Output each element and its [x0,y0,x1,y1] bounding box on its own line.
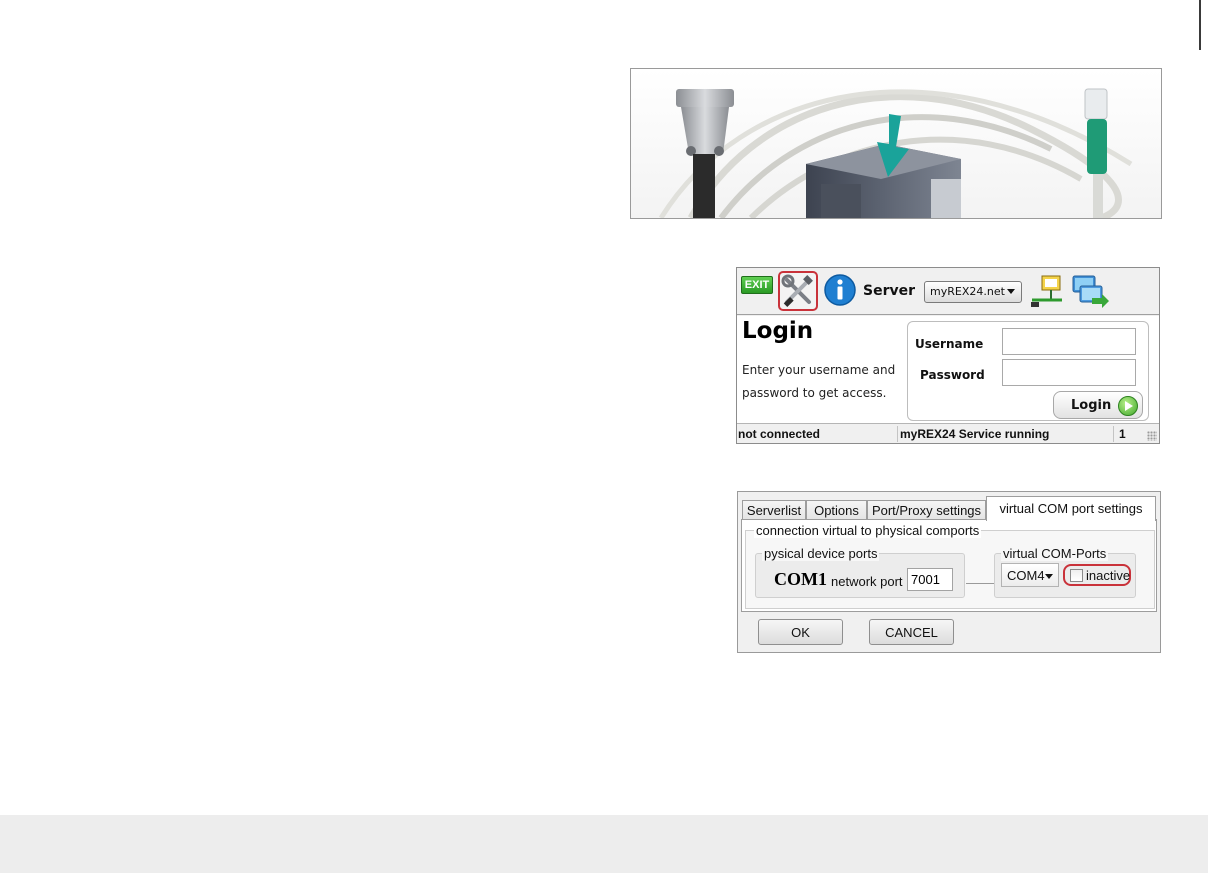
login-description: Enter your username and password to get … [742,359,912,405]
connection-status: not connected [738,427,821,441]
physical-group-title: pysical device ports [762,546,880,561]
service-status: myREX24 Service running [900,427,1050,441]
server-select[interactable]: myREX24.net [924,281,1022,303]
inactive-label[interactable]: inactive [1086,568,1130,583]
device-module [931,179,961,218]
virtual-port-select[interactable]: COM4 [1001,563,1059,587]
status-divider [897,426,898,442]
serial-cable [693,154,715,218]
cancel-button[interactable]: CANCEL [869,619,954,645]
tab-virtual-com-port-settings[interactable]: virtual COM port settings [986,496,1156,521]
port-connector-line [966,583,994,584]
db9-connector [676,89,734,107]
tab-panel: connection virtual to physical comports … [741,519,1157,612]
login-form: Username Password Login [907,321,1149,421]
ok-button-label: OK [791,625,810,640]
tab-label: Port/Proxy settings [871,503,982,518]
physical-port-name: COM1 [774,569,827,589]
login-button-label: Login [1071,398,1112,413]
connect-button[interactable] [1070,272,1110,310]
username-input[interactable] [1002,328,1136,355]
virtual-ports-group: virtual COM-Ports COM4 inactive [994,546,1136,598]
hardware-illustration [631,69,1161,218]
info-button[interactable] [823,273,857,307]
tools-button[interactable] [778,271,818,311]
physical-ports-group: pysical device ports COM1 network port [755,546,965,598]
tab-label: Serverlist [746,503,802,518]
tab-label: Options [814,503,859,518]
password-input[interactable] [1002,359,1136,386]
exit-icon: EXIT [744,279,770,291]
resize-grip-icon[interactable] [1147,431,1157,441]
network-port-label: network port [831,574,903,589]
virtual-group-title: virtual COM-Ports [1001,546,1109,561]
tab-label: virtual COM port settings [999,501,1143,516]
ok-button[interactable]: OK [758,619,843,645]
status-divider [1113,426,1114,442]
login-title: Login [742,318,814,344]
login-content: Login Enter your username and password t… [737,316,1159,424]
status-count: 1 [1119,427,1126,441]
login-button[interactable]: Login [1053,391,1143,419]
connection-group: connection virtual to physical comports … [745,523,1155,609]
tools-icon [781,274,813,307]
network-button[interactable] [1028,272,1066,310]
login-window: EXIT Server myREX24.net Login Enter your… [736,267,1160,444]
status-bar: not connected myREX24 Service running 1 [737,425,1159,443]
login-description-line: password to get access. [742,386,887,400]
chevron-down-icon [1045,574,1053,579]
rj45-plug [1084,88,1108,120]
username-label: Username [915,337,984,351]
network-port-input[interactable] [907,568,953,591]
cancel-button-label: CANCEL [885,625,938,640]
chevron-down-icon [1007,289,1015,294]
rj45-boot [1087,119,1107,174]
virtual-port-value: COM4 [1007,568,1045,583]
exit-button[interactable]: EXIT [741,276,773,294]
info-icon [824,274,856,306]
settings-window: Serverlist Options Port/Proxy settings v… [737,491,1161,653]
arrow-right-icon [1118,396,1138,416]
server-select-value: myREX24.net [930,285,1005,298]
tab-port-proxy-settings[interactable]: Port/Proxy settings [867,500,986,520]
network-icon [1031,275,1062,307]
server-label: Server [863,283,916,299]
tab-options[interactable]: Options [806,500,867,520]
connection-group-title: connection virtual to physical comports [754,523,982,538]
connect-icon [1072,275,1109,308]
toolbar: EXIT Server myREX24.net [737,268,1159,315]
tab-serverlist[interactable]: Serverlist [742,500,806,520]
password-label: Password [920,368,985,382]
hardware-photo [630,68,1162,219]
network-cable [1093,174,1103,218]
inactive-highlight: inactive [1063,564,1131,586]
login-description-line: Enter your username and [742,363,896,377]
page-footer [0,815,1208,873]
inactive-checkbox[interactable] [1070,569,1083,582]
device-panel [821,184,861,218]
